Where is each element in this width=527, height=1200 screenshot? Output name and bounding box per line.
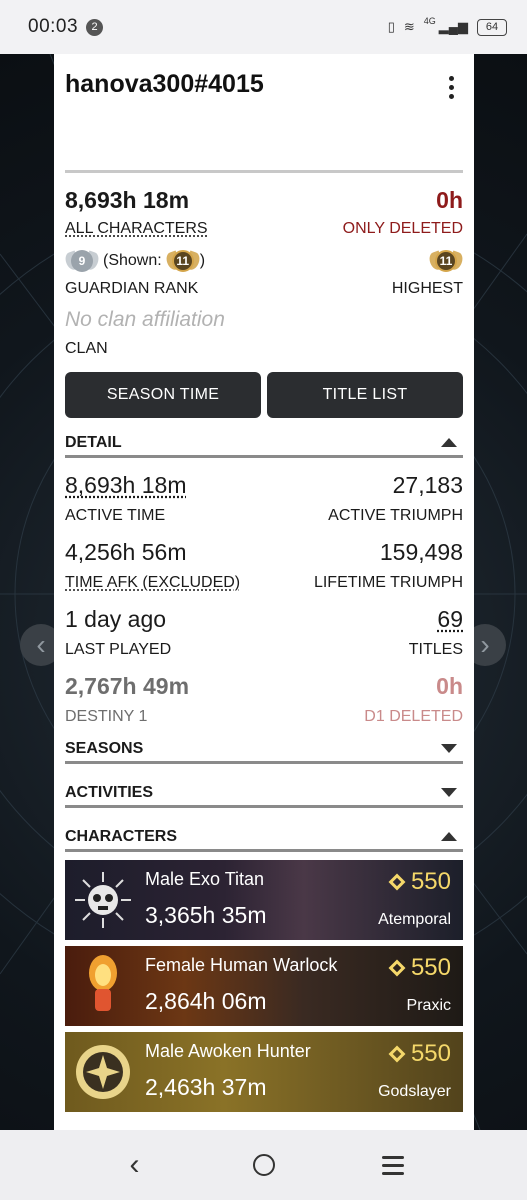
lifetime-triumph-value: 159,498 <box>379 539 463 565</box>
battery-icon: 64 <box>477 18 507 36</box>
last-played-value: 1 day ago <box>65 606 167 632</box>
power-icon <box>388 1045 406 1063</box>
active-time-label: ACTIVE TIME <box>65 507 166 524</box>
shown-suffix: ) <box>199 252 206 269</box>
character-title: Godslayer <box>378 1083 451 1100</box>
activities-title: ACTIVITIES <box>65 783 154 801</box>
activities-section-header[interactable]: ACTIVITIES <box>65 780 463 808</box>
detail-section-header[interactable]: DETAIL <box>65 430 463 458</box>
character-card[interactable]: Male Awoken Hunter 2,463h 37m 550 Godsla… <box>65 1032 463 1112</box>
signal-icon: ▂▄▆ <box>438 19 468 34</box>
username: hanova300#4015 <box>65 70 264 98</box>
character-title: Atemporal <box>378 911 451 928</box>
d1-deleted-value: 0h <box>436 673 463 699</box>
characters-section-header[interactable]: CHARACTERS <box>65 824 463 852</box>
character-name: Male Awoken Hunter <box>145 1041 311 1061</box>
collapse-icon <box>441 832 457 841</box>
afk-label[interactable]: TIME AFK (EXCLUDED) <box>65 574 240 592</box>
clan-label: CLAN <box>65 340 108 357</box>
detail-title: DETAIL <box>65 433 122 451</box>
active-time-value[interactable]: 8,693h 18m <box>65 472 186 499</box>
collapse-icon <box>441 438 457 447</box>
deleted-playtime: 0h <box>436 187 463 213</box>
character-title: Praxic <box>406 997 451 1014</box>
status-bar: 00:03 2 ▯ ≋ 4G ▂▄▆ 64 <box>0 0 527 54</box>
notification-badge: 2 <box>86 18 104 36</box>
character-playtime: 2,864h 06m <box>145 988 267 1014</box>
titles-label: TITLES <box>408 641 463 658</box>
shown-prefix: (Shown: <box>103 252 162 269</box>
character-name: Female Human Warlock <box>145 955 338 975</box>
guardian-rank-label: GUARDIAN RANK <box>65 280 199 297</box>
back-icon[interactable]: ‹ <box>115 1145 155 1185</box>
guardian-rank-row: 9 (Shown: 11 ) 11 <box>63 242 465 280</box>
divider <box>65 170 463 173</box>
skull-emblem-icon <box>65 860 141 940</box>
active-triumph-value: 27,183 <box>392 472 463 498</box>
vibrate-icon: ▯ <box>387 19 395 34</box>
destiny1-value: 2,767h 49m <box>65 673 190 699</box>
android-nav-bar: ‹ <box>0 1130 527 1200</box>
home-button[interactable] <box>244 1145 284 1185</box>
more-options-icon[interactable] <box>439 72 463 102</box>
character-playtime: 3,365h 35m <box>145 902 267 928</box>
afk-time-value: 4,256h 56m <box>65 539 187 565</box>
power-icon <box>388 959 406 977</box>
characters-title: CHARACTERS <box>65 827 177 845</box>
menu-icon <box>381 1155 404 1175</box>
home-icon <box>252 1154 275 1176</box>
titles-value[interactable]: 69 <box>437 606 463 633</box>
last-played-label: LAST PLAYED <box>65 641 172 658</box>
character-card[interactable]: Male Exo Titan 3,365h 35m 550 Atemporal <box>65 860 463 940</box>
only-deleted-label: ONLY DELETED <box>342 220 463 237</box>
highest-rank-icon: 11 <box>427 246 465 276</box>
title-list-button[interactable]: TITLE LIST <box>267 372 463 418</box>
clan-value: No clan affiliation <box>65 308 225 331</box>
total-playtime: 8,693h 18m <box>65 187 190 213</box>
profile-card: hanova300#4015 8,693h 18m 0h ALL CHARACT… <box>54 54 474 1130</box>
star-emblem-icon <box>65 1032 141 1112</box>
character-playtime: 2,463h 37m <box>145 1074 267 1100</box>
expand-icon <box>441 744 457 753</box>
expand-icon <box>441 788 457 797</box>
destiny1-label: DESTINY 1 <box>65 708 148 725</box>
wifi-icon: ≋ <box>403 19 415 34</box>
guardian-rank-icon: 9 <box>63 246 101 276</box>
power-level: 550 <box>388 954 451 982</box>
clock: 00:03 <box>28 16 79 37</box>
lifetime-triumph-label: LIFETIME TRIUMPH <box>313 574 463 591</box>
season-time-button[interactable]: SEASON TIME <box>65 372 261 418</box>
character-name: Male Exo Titan <box>145 869 265 889</box>
flame-hand-emblem-icon <box>65 946 141 1026</box>
seasons-section-header[interactable]: SEASONS <box>65 736 463 764</box>
shown-rank-icon: 11 <box>163 246 202 276</box>
all-characters-link[interactable]: ALL CHARACTERS <box>65 220 208 238</box>
network-type: 4G <box>423 16 436 26</box>
d1-deleted-label: D1 DELETED <box>364 708 463 725</box>
seasons-title: SEASONS <box>65 739 144 757</box>
profile-header: hanova300#4015 <box>65 54 463 170</box>
active-triumph-label: ACTIVE TRIUMPH <box>328 507 463 524</box>
recents-button[interactable] <box>373 1145 413 1185</box>
character-card[interactable]: Female Human Warlock 2,864h 06m 550 Prax… <box>65 946 463 1026</box>
highest-label: HIGHEST <box>391 280 463 297</box>
power-level: 550 <box>388 1040 451 1068</box>
power-icon <box>388 873 406 891</box>
power-level: 550 <box>388 868 451 896</box>
